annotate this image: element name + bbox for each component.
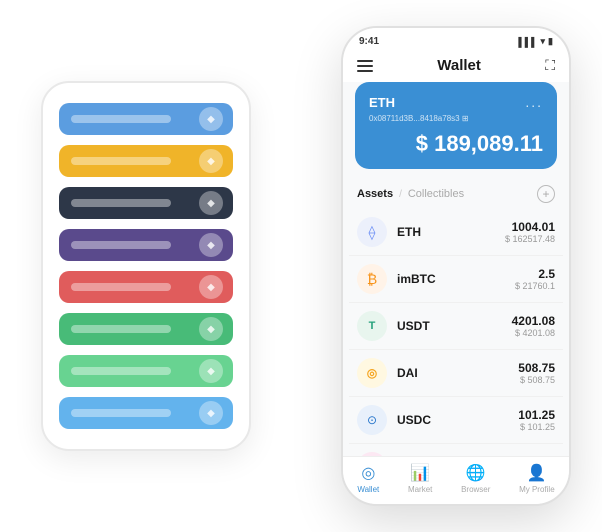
card-icon: ◆ [199, 233, 223, 257]
eth-card-menu[interactable]: ... [525, 94, 543, 110]
card-icon: ◆ [199, 191, 223, 215]
tab-collectibles[interactable]: Collectibles [408, 188, 464, 200]
usdc-icon: ⊙ [357, 405, 387, 435]
list-item[interactable]: ◆ [59, 271, 233, 303]
asset-item-dai[interactable]: ◎ DAI 508.75 $ 508.75 [349, 350, 563, 397]
expand-icon[interactable]: ⛶ [545, 57, 555, 74]
card-icon: ◆ [199, 401, 223, 425]
usdt-icon: T [357, 311, 387, 341]
market-nav-label: Market [408, 485, 432, 494]
asset-values-usdt: 4201.08 $ 4201.08 [512, 314, 555, 338]
menu-button[interactable] [357, 60, 373, 72]
asset-values-usdc: 101.25 $ 101.25 [518, 408, 555, 432]
eth-card[interactable]: ETH ... 0x08711d3B...8418a78s3 ⊞ $ 189,0… [355, 82, 557, 169]
eth-usd: $ 162517.48 [505, 234, 555, 244]
asset-item-tft[interactable]: 🌿 TFT 13 0 [349, 444, 563, 456]
wifi-icon: ▾ [541, 36, 546, 47]
eth-icon: ⟠ [357, 217, 387, 247]
list-item[interactable]: ◆ [59, 313, 233, 345]
asset-values-eth: 1004.01 $ 162517.48 [505, 220, 555, 244]
imbtc-icon: ₿ [357, 264, 387, 294]
background-phone: ◆ ◆ ◆ ◆ ◆ ◆ ◆ ◆ [41, 81, 251, 451]
profile-nav-label: My Profile [519, 485, 555, 494]
tab-divider: / [399, 189, 402, 200]
card-icon: ◆ [199, 317, 223, 341]
eth-amount: 1004.01 [505, 220, 555, 234]
wallet-nav-icon: ◎ [361, 463, 375, 483]
browser-nav-icon: 🌐 [466, 463, 486, 483]
page-title: Wallet [437, 57, 481, 74]
list-item[interactable]: ◆ [59, 145, 233, 177]
scene: ◆ ◆ ◆ ◆ ◆ ◆ ◆ ◆ [11, 11, 591, 521]
list-item[interactable]: ◆ [59, 355, 233, 387]
imbtc-amount: 2.5 [515, 267, 555, 281]
asset-list: ⟠ ETH 1004.01 $ 162517.48 ₿ imBTC 2.5 $ … [343, 209, 569, 456]
usdc-usd: $ 101.25 [518, 422, 555, 432]
card-icon: ◆ [199, 107, 223, 131]
asset-values-imbtc: 2.5 $ 21760.1 [515, 267, 555, 291]
bottom-nav: ◎ Wallet 📊 Market 🌐 Browser 👤 My Profile [343, 456, 569, 504]
eth-card-token: ETH [369, 95, 395, 110]
assets-tabs: Assets / Collectibles [357, 188, 464, 200]
nav-item-wallet[interactable]: ◎ Wallet [357, 463, 379, 494]
eth-card-amount: $ 189,089.11 [369, 131, 543, 157]
market-nav-icon: 📊 [410, 463, 430, 483]
assets-header: Assets / Collectibles + [343, 179, 569, 209]
card-icon: ◆ [199, 359, 223, 383]
asset-name-usdt: USDT [397, 319, 512, 333]
dai-usd: $ 508.75 [518, 375, 555, 385]
status-bar: 9:41 ▌▌▌ ▾ ▮ [343, 28, 569, 51]
dai-icon: ◎ [357, 358, 387, 388]
usdt-usd: $ 4201.08 [512, 328, 555, 338]
list-item[interactable]: ◆ [59, 229, 233, 261]
battery-icon: ▮ [548, 36, 553, 47]
status-icons: ▌▌▌ ▾ ▮ [518, 36, 553, 47]
eth-card-address: 0x08711d3B...8418a78s3 ⊞ [369, 114, 543, 123]
asset-name-imbtc: imBTC [397, 272, 515, 286]
nav-item-browser[interactable]: 🌐 Browser [461, 463, 490, 494]
asset-values-dai: 508.75 $ 508.75 [518, 361, 555, 385]
dai-amount: 508.75 [518, 361, 555, 375]
asset-name-eth: ETH [397, 225, 505, 239]
asset-name-dai: DAI [397, 366, 518, 380]
nav-item-market[interactable]: 📊 Market [408, 463, 432, 494]
imbtc-usd: $ 21760.1 [515, 281, 555, 291]
wallet-nav-label: Wallet [357, 485, 379, 494]
tab-assets[interactable]: Assets [357, 188, 393, 200]
card-icon: ◆ [199, 149, 223, 173]
card-icon: ◆ [199, 275, 223, 299]
asset-item-usdt[interactable]: T USDT 4201.08 $ 4201.08 [349, 303, 563, 350]
profile-nav-icon: 👤 [527, 463, 547, 483]
list-item[interactable]: ◆ [59, 397, 233, 429]
asset-item-eth[interactable]: ⟠ ETH 1004.01 $ 162517.48 [349, 209, 563, 256]
asset-item-imbtc[interactable]: ₿ imBTC 2.5 $ 21760.1 [349, 256, 563, 303]
list-item[interactable]: ◆ [59, 103, 233, 135]
add-asset-button[interactable]: + [537, 185, 555, 203]
eth-card-header: ETH ... [369, 94, 543, 110]
time-label: 9:41 [359, 36, 379, 47]
signal-icon: ▌▌▌ [518, 37, 537, 47]
browser-nav-label: Browser [461, 485, 490, 494]
eth-card-currency: $ [416, 131, 434, 156]
usdt-amount: 4201.08 [512, 314, 555, 328]
usdc-amount: 101.25 [518, 408, 555, 422]
list-item[interactable]: ◆ [59, 187, 233, 219]
top-nav: Wallet ⛶ [343, 51, 569, 82]
nav-item-profile[interactable]: 👤 My Profile [519, 463, 555, 494]
asset-name-usdc: USDC [397, 413, 518, 427]
front-phone: 9:41 ▌▌▌ ▾ ▮ Wallet ⛶ ETH ... 0x08711d3B… [341, 26, 571, 506]
asset-item-usdc[interactable]: ⊙ USDC 101.25 $ 101.25 [349, 397, 563, 444]
